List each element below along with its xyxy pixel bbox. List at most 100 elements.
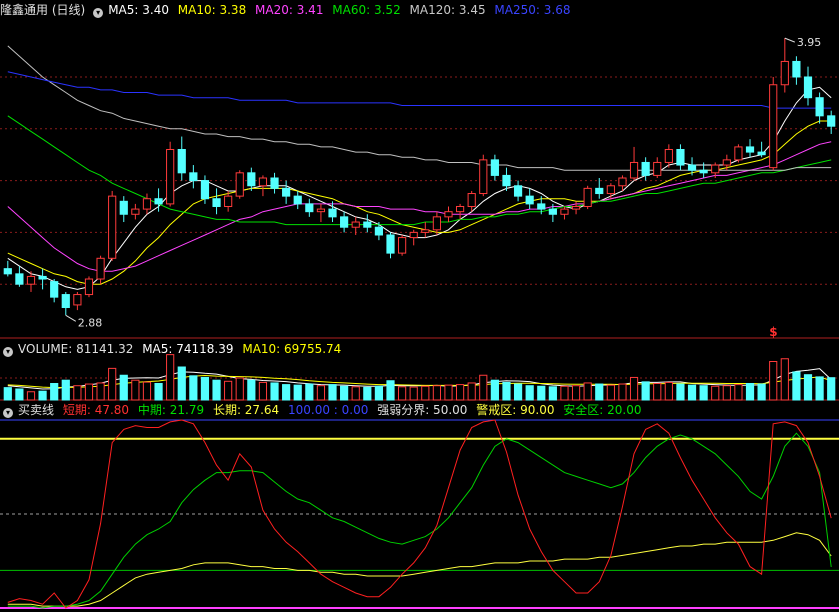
candle-body — [769, 84, 778, 169]
volume-bar — [166, 354, 175, 401]
volume-ma10-label: MA10: 69755.74 — [242, 342, 342, 356]
chevron-down-icon[interactable]: ▾ — [3, 408, 13, 418]
volume-bar — [676, 383, 685, 401]
candle-body — [363, 221, 372, 228]
candle-body — [815, 97, 824, 117]
ma20-line — [7, 141, 832, 272]
candle-body — [525, 195, 534, 205]
stock-chart: 2.88 3.95 $ — [0, 36, 839, 609]
candle-body — [571, 205, 581, 210]
volume-bar — [119, 374, 128, 401]
indicator-panel-header: ▾ 买卖线 短期: 47.80 中期: 21.79 长期: 27.64 100.0… — [0, 402, 647, 418]
high-price-label: 3.95 — [797, 36, 822, 49]
candle-body — [26, 275, 36, 285]
candle-body — [374, 226, 384, 236]
volume-bar — [595, 383, 604, 401]
candle-body — [258, 177, 268, 187]
candle-body — [548, 208, 557, 215]
short-term-label: 短期: 47.80 — [62, 403, 130, 417]
volume-bar — [409, 386, 418, 401]
candle-body — [316, 208, 326, 213]
volume-bar — [525, 385, 534, 401]
candle-body — [235, 172, 244, 197]
candle-body — [293, 195, 302, 205]
candle-body — [467, 193, 476, 207]
low-price-label: 2.88 — [78, 316, 103, 329]
candle-body — [560, 208, 569, 215]
candle-body — [247, 172, 256, 187]
volume-bar — [490, 379, 499, 401]
volume-bar — [664, 381, 673, 401]
ma20-label: MA20: 3.41 — [255, 3, 324, 17]
volume-bar — [421, 385, 430, 401]
volume-bar — [734, 384, 743, 401]
volume-bar — [537, 385, 546, 401]
volume-bar — [131, 379, 140, 401]
candle-body — [50, 281, 59, 298]
volume-bar — [351, 386, 360, 401]
volume-bar — [200, 376, 210, 401]
oscillator-line — [7, 432, 832, 609]
volume-bar — [571, 385, 581, 401]
stock-title: 隆鑫通用 (日线) — [0, 3, 86, 17]
candle-body — [699, 169, 708, 174]
chevron-down-icon[interactable]: ▾ — [3, 347, 13, 357]
volume-panel-header: ▾ VOLUME: 81141.32 MA5: 74118.39 MA10: 69… — [0, 341, 346, 357]
ma120-line — [7, 45, 832, 171]
candle-body — [177, 149, 186, 174]
high-marker — [784, 37, 795, 43]
candle-body — [398, 237, 407, 254]
candle-body — [340, 216, 349, 228]
candle-body — [455, 205, 465, 213]
candle-body — [711, 164, 720, 174]
ma10-label: MA10: 3.38 — [177, 3, 247, 17]
candle-body — [96, 257, 105, 280]
candle-body — [84, 278, 94, 296]
volume-bar — [467, 382, 476, 401]
volume-bar — [513, 383, 523, 401]
candle-body — [328, 208, 337, 218]
volume-ma5-label: MA5: 74118.39 — [142, 342, 234, 356]
volume-bar — [282, 384, 291, 401]
volume-bar — [50, 383, 59, 401]
volume-bar — [548, 386, 557, 401]
ma120-label: MA120: 3.45 — [409, 3, 486, 17]
candle-body — [537, 203, 546, 210]
candle-body — [803, 76, 813, 99]
boundary-label: 强弱分界: 50.00 — [377, 403, 468, 417]
candle-body — [444, 211, 453, 218]
volume-bar — [502, 381, 511, 401]
volume-bar — [641, 381, 650, 401]
candle-body — [502, 174, 511, 187]
candle-body — [119, 200, 128, 215]
candle-body — [131, 208, 140, 215]
oscillator-lines — [7, 419, 832, 609]
volume-bar — [293, 384, 302, 401]
candle-body — [606, 185, 615, 195]
candle-body — [73, 294, 82, 306]
volume-bar — [432, 385, 441, 401]
volume-bar — [142, 381, 152, 401]
candle-body — [745, 146, 755, 153]
signal-marker: $ — [769, 325, 777, 339]
volume-bar — [827, 377, 836, 401]
volume-bar — [363, 386, 372, 401]
volume-label: VOLUME: 81141.32 — [18, 342, 134, 356]
candle-body — [827, 115, 836, 127]
volume-bar — [177, 366, 186, 401]
volume-bar — [154, 383, 163, 401]
candle-body — [780, 60, 789, 86]
chevron-down-icon[interactable]: ▾ — [93, 8, 104, 18]
volume-bar — [189, 375, 198, 401]
candle-body — [351, 221, 360, 228]
range-label: 100.00 : 0.00 — [287, 403, 369, 417]
volume-bar — [479, 374, 488, 401]
moving-average-lines — [7, 45, 832, 290]
volume-bar — [398, 386, 407, 401]
candle-body — [166, 149, 175, 205]
volume-bar — [780, 358, 789, 401]
candle-body — [490, 159, 499, 176]
volume-bar — [258, 381, 268, 401]
ma5-line — [7, 86, 832, 290]
candle-body — [676, 149, 685, 166]
